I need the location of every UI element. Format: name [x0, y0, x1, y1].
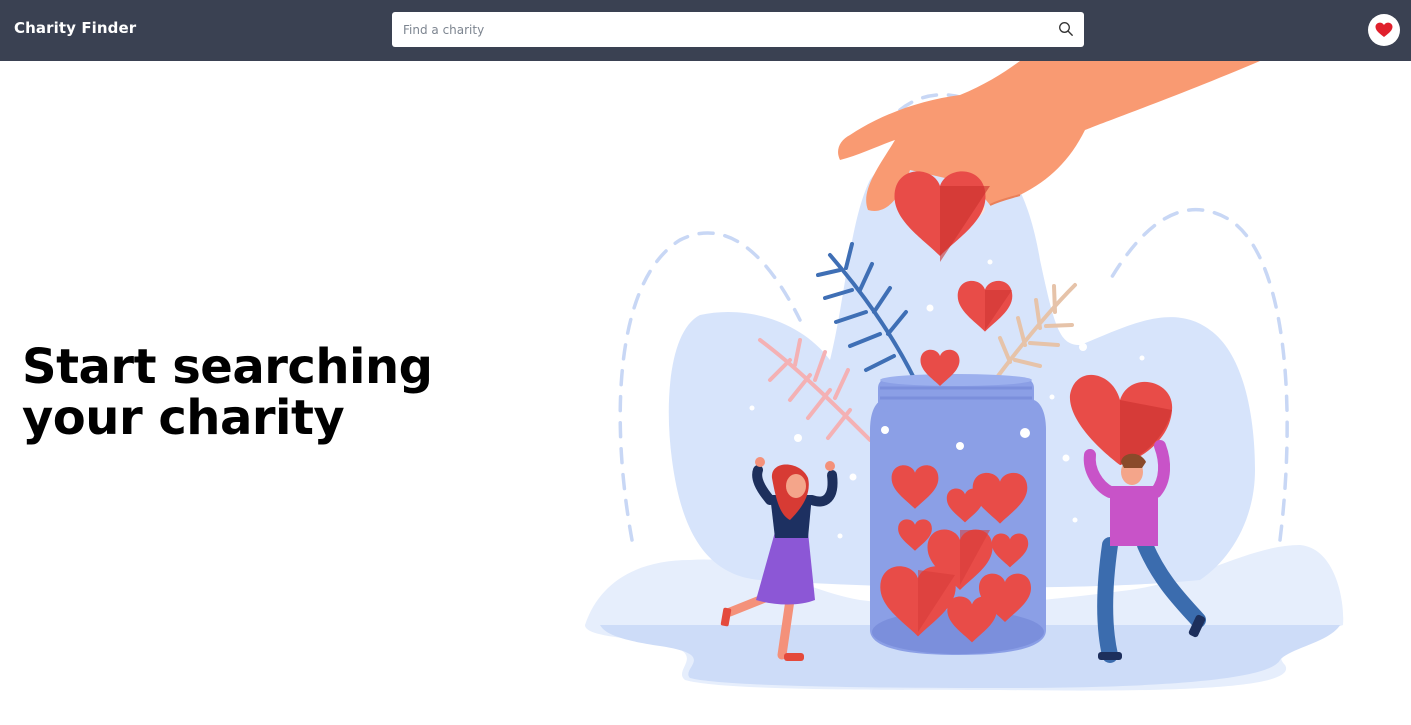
heart-icon [1375, 22, 1393, 37]
search-icon[interactable] [1058, 21, 1074, 37]
hero-title-line-2: your charity [22, 390, 345, 446]
donation-jar-illustration [585, 61, 1344, 691]
brand-link[interactable]: Charity Finder [14, 19, 136, 37]
search-input[interactable] [392, 12, 1042, 47]
hero-title: Start searching your charity [22, 342, 542, 444]
search-bar [392, 12, 1084, 47]
hero-title-line-1: Start searching [22, 339, 433, 395]
page: Charity Finder Start searching your char… [0, 0, 1411, 725]
top-navbar: Charity Finder [0, 0, 1411, 61]
favorites-button[interactable] [1368, 14, 1400, 46]
